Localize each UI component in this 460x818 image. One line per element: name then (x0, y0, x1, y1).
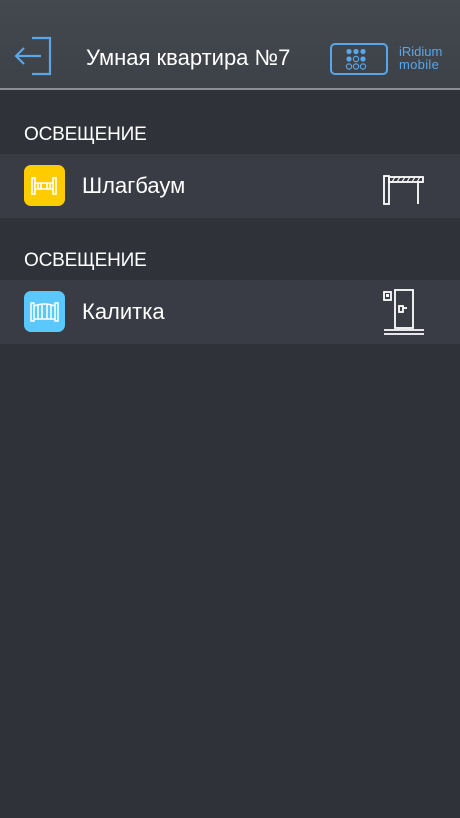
exit-arrow-icon[interactable] (10, 34, 56, 80)
barrier-gate-glyph-icon (382, 162, 426, 210)
device-row-barrier[interactable]: Шлагбаум (0, 154, 460, 218)
gate-icon (24, 291, 65, 332)
device-label: Калитка (82, 299, 165, 324)
brand-subtitle: mobile (399, 57, 440, 72)
page-title: Умная квартира №7 (86, 45, 291, 70)
section-label: ОСВЕЩЕНИЕ (24, 250, 147, 271)
top-bar: Умная квартира №7 iRidium mobile (0, 0, 460, 90)
section-label: ОСВЕЩЕНИЕ (24, 124, 147, 145)
door-glyph-icon (382, 288, 426, 336)
device-label: Шлагбаум (82, 173, 186, 198)
brand-logo: iRidium mobile (330, 43, 452, 77)
device-row-gate[interactable]: Калитка (0, 280, 460, 344)
keypad-logo-icon (330, 43, 388, 75)
barrier-icon (24, 165, 65, 206)
